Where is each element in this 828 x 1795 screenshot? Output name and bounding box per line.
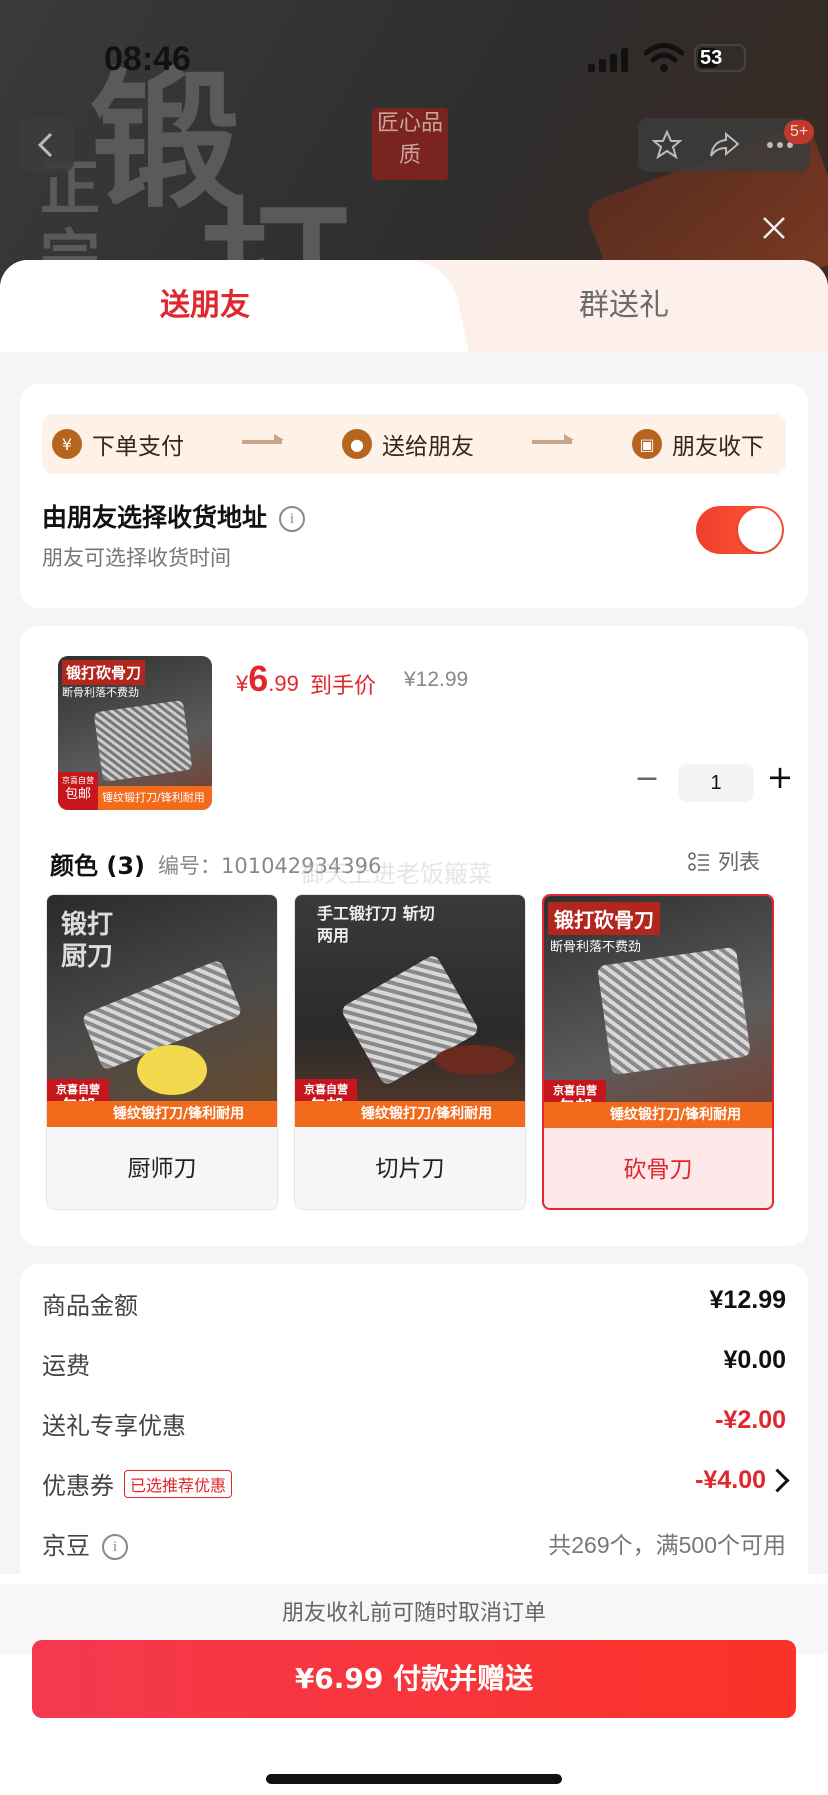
- tab-bar: 送朋友 群送礼: [0, 260, 828, 360]
- fee-value: ¥0.00: [723, 1346, 786, 1374]
- product-thumbnail[interactable]: 锻打砍骨刀 断骨利落不费劲 锤纹锻打刀/锋利耐用 京喜自营 包邮: [58, 656, 212, 810]
- share-icon[interactable]: [708, 130, 740, 160]
- quantity-minus-button[interactable]: −: [632, 764, 662, 796]
- address-title-text: 由朋友选择收货地址: [42, 503, 268, 532]
- step-label: 送给朋友: [382, 434, 474, 460]
- fee-value: -¥4.00: [695, 1466, 766, 1494]
- fee-row-jd-beans: 京豆 i 共269个，满500个可用: [42, 1526, 786, 1566]
- steak-image: [435, 1045, 515, 1075]
- fee-key: 送礼专享优惠: [42, 1412, 186, 1440]
- arrow-right-icon: [242, 434, 284, 444]
- step-label: 下单支付: [92, 434, 184, 460]
- fee-key: 运费: [42, 1352, 90, 1380]
- variant-image: 锻打砍骨刀 断骨利落不费劲 京喜自营包邮 锤纹锻打刀/锋利耐用: [544, 896, 772, 1128]
- battery-icon: 53: [694, 44, 746, 72]
- step-label: 朋友收下: [672, 434, 764, 460]
- tab-group-gift[interactable]: 群送礼: [420, 260, 828, 352]
- cellular-signal-icon: [588, 46, 630, 72]
- fee-key: 京豆 i: [42, 1526, 128, 1561]
- variant-image: 手工锻打刀 斩切两用 京喜自营包邮 锤纹锻打刀/锋利耐用: [295, 895, 525, 1127]
- gift-flow-card: ¥ 下单支付 ● 送给朋友 ▣ 朋友收下 由朋友选择收货地址 i 朋友可选择收货时…: [20, 384, 808, 608]
- back-button[interactable]: [20, 118, 74, 172]
- variant-option-cleaver[interactable]: 锻打砍骨刀 断骨利落不费劲 京喜自营包邮 锤纹锻打刀/锋利耐用 砍骨刀: [542, 894, 774, 1210]
- fee-key: 商品金额: [42, 1292, 138, 1320]
- arrow-right-icon: [532, 434, 574, 444]
- variant-label-text: 切片刀: [375, 1156, 445, 1182]
- price-label: 到手价: [310, 674, 377, 699]
- fee-key: 优惠券 已选推荐优惠: [42, 1466, 233, 1501]
- variant-label-text: 厨师刀: [127, 1156, 197, 1182]
- quantity-input[interactable]: 1: [678, 764, 754, 802]
- list-icon: [688, 852, 709, 871]
- toggle-knob: [738, 508, 782, 552]
- thumb-mail: 京喜自营 包邮: [58, 772, 98, 810]
- variant-band: 锤纹锻打刀/锋利耐用: [295, 1101, 525, 1127]
- step-send: ● 送给朋友: [342, 414, 474, 474]
- step-receive: ▣ 朋友收下: [632, 414, 764, 474]
- gift-sheet: 送朋友 群送礼 ¥ 下单支付 ● 送给朋友 ▣ 朋友收下 由朋友选择收货地址 i…: [0, 260, 828, 1795]
- wifi-icon: [644, 43, 684, 72]
- chevron-right-icon[interactable]: [765, 1468, 790, 1493]
- quantity-plus-button[interactable]: +: [764, 761, 796, 794]
- variant-label: 颜色 (3): [50, 852, 145, 880]
- info-icon[interactable]: i: [102, 1534, 128, 1560]
- step-pay: ¥ 下单支付: [52, 414, 184, 474]
- yen-icon: ¥: [52, 429, 82, 459]
- info-icon[interactable]: i: [279, 506, 306, 532]
- list-view-toggle[interactable]: 列表: [688, 846, 760, 876]
- close-icon[interactable]: [756, 210, 792, 246]
- gift-steps: ¥ 下单支付 ● 送给朋友 ▣ 朋友收下: [42, 414, 786, 474]
- chevron-left-icon: [37, 132, 53, 158]
- message-badge: 5+: [784, 120, 815, 144]
- hero-seal: 匠心品质: [372, 108, 448, 180]
- home-indicator: [266, 1774, 562, 1784]
- wechat-icon: ●: [342, 429, 372, 459]
- lemon-image: [137, 1045, 207, 1095]
- address-option-title: 由朋友选择收货地址 i: [42, 498, 306, 534]
- fee-row-shipping: 运费 ¥0.00: [42, 1346, 786, 1386]
- footer: 朋友收礼前可随时取消订单 ¥6.99 付款并赠送: [0, 1574, 828, 1795]
- address-toggle[interactable]: [696, 506, 784, 554]
- variant-caption: 手工锻打刀 斩切两用: [317, 904, 435, 945]
- gift-icon: ▣: [632, 429, 662, 459]
- thumb-tag: 锻打砍骨刀: [62, 660, 146, 685]
- fee-row-coupon[interactable]: 优惠券 已选推荐优惠 -¥4.00: [42, 1466, 790, 1506]
- variant-band: 锤纹锻打刀/锋利耐用: [544, 1102, 772, 1128]
- status-bar: 08:46 53: [0, 30, 828, 80]
- variant-caption: 锻打厨刀: [61, 910, 114, 972]
- cleaver-image: [93, 700, 193, 782]
- product-card: 锻打砍骨刀 断骨利落不费劲 锤纹锻打刀/锋利耐用 京喜自营 包邮 ¥6.99 到手…: [20, 626, 808, 1246]
- address-option-subtitle: 朋友可选择收货时间: [42, 546, 231, 570]
- fee-row-gift-discount: 送礼专享优惠 -¥2.00: [42, 1406, 786, 1446]
- variant-option-slicing-knife[interactable]: 手工锻打刀 斩切两用 京喜自营包邮 锤纹锻打刀/锋利耐用 切片刀: [294, 894, 526, 1210]
- variant-caption: 锻打砍骨刀: [548, 902, 660, 935]
- variant-option-chef-knife[interactable]: 锻打厨刀 京喜自营包邮 锤纹锻打刀/锋利耐用 厨师刀: [46, 894, 278, 1210]
- list-label: 列表: [718, 850, 760, 874]
- variant-caption-sub: 断骨利落不费劲: [550, 940, 642, 955]
- variant-image: 锻打厨刀 京喜自营包邮 锤纹锻打刀/锋利耐用: [47, 895, 277, 1127]
- fee-row-subtotal: 商品金额 ¥12.99: [42, 1286, 786, 1326]
- original-price: ¥12.99: [404, 668, 469, 691]
- star-icon[interactable]: [652, 130, 682, 160]
- fee-value: ¥12.99: [709, 1286, 786, 1314]
- coupon-tag: 已选推荐优惠: [124, 1470, 233, 1498]
- battery-level: 53: [700, 47, 723, 69]
- status-time: 08:46: [104, 40, 191, 78]
- tab-send-friend[interactable]: 送朋友: [0, 260, 410, 352]
- gift-price: ¥6.99: [236, 658, 299, 699]
- pay-and-gift-button[interactable]: ¥6.99 付款并赠送: [32, 1640, 796, 1718]
- cleaver-image: [597, 946, 751, 1076]
- watermark-text: 御天上进老饭簸菜: [300, 860, 492, 888]
- fee-value: -¥2.00: [715, 1406, 786, 1434]
- variant-label-text: 砍骨刀: [623, 1157, 693, 1183]
- fee-value: 共269个，满500个可用: [548, 1532, 786, 1558]
- thumb-sub: 断骨利落不费劲: [62, 686, 139, 699]
- variant-band: 锤纹锻打刀/锋利耐用: [47, 1101, 277, 1127]
